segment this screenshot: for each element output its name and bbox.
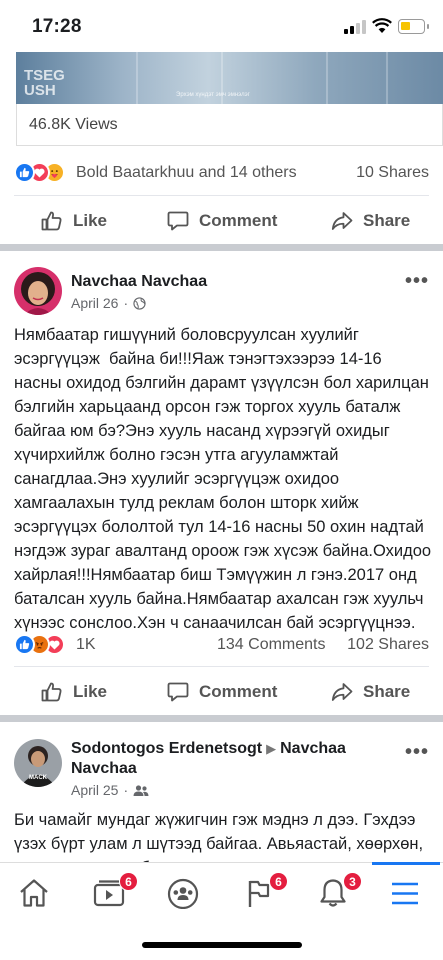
post-author[interactable]: Navchaa Navchaa [71, 272, 207, 292]
post-separator [0, 715, 443, 722]
post-target[interactable]: Navchaa [280, 740, 346, 757]
post-separator [0, 244, 443, 251]
status-bar: 17:28 [0, 0, 443, 52]
thumbs-up-icon [41, 682, 62, 702]
watch-tab[interactable]: 6 [92, 872, 138, 911]
share-button[interactable]: Share [330, 208, 410, 234]
shares-count[interactable]: 10 Shares [356, 164, 429, 182]
post-body: Би чамайг мундаг жүжигчин гэж мэднэ л дэ… [14, 811, 424, 862]
home-icon [20, 879, 48, 907]
groups-tab[interactable] [166, 877, 206, 911]
notification-badge: 3 [343, 872, 362, 891]
share-arrow-icon [331, 212, 353, 230]
post-date[interactable]: April 26 [71, 295, 118, 311]
post-actions: Like Comment Share [0, 196, 443, 246]
post-author-line: Sodontogos Erdenetsogt ▶ Navchaa [71, 739, 371, 759]
shares-count[interactable]: 102 Shares [347, 636, 429, 654]
more-options-icon[interactable]: ••• [405, 270, 429, 293]
marketplace-tab[interactable]: 6 [242, 872, 288, 911]
notifications-tab[interactable]: 3 [316, 872, 362, 911]
like-label: Like [73, 682, 108, 701]
notification-badge: 6 [119, 872, 138, 891]
battery-icon [398, 19, 429, 34]
post-author[interactable]: Sodontogos Erdenetsogt [71, 740, 262, 757]
friends-icon [133, 784, 149, 796]
svg-text:MACK: MACK [29, 775, 48, 781]
reaction-icons [14, 634, 74, 656]
reaction-icons [14, 162, 74, 184]
wifi-icon [372, 18, 392, 33]
reactions-text: Bold Baatarkhuu and 14 others [76, 164, 297, 181]
share-label: Share [363, 682, 411, 701]
comment-button[interactable]: Comment [166, 208, 277, 234]
like-reaction-icon [14, 162, 35, 183]
more-options-icon[interactable]: ••• [405, 741, 429, 764]
caret-right-icon: ▶ [266, 741, 277, 756]
like-reaction-icon [14, 634, 35, 655]
like-button[interactable]: Like [40, 208, 107, 234]
reactions-summary[interactable]: 1K 134 Comments 102 Shares [0, 630, 443, 660]
post-target-line2[interactable]: Navchaa [71, 759, 137, 779]
hamburger-menu-icon [392, 882, 418, 905]
like-button[interactable]: Like [40, 679, 107, 705]
share-arrow-icon [331, 683, 353, 701]
video-views-bar: 46.8K Views [16, 104, 443, 146]
comment-button[interactable]: Comment [166, 679, 277, 705]
groups-icon [167, 878, 199, 910]
globe-icon [133, 296, 146, 310]
active-tab-indicator [372, 862, 440, 865]
thumbs-up-icon [41, 211, 62, 231]
comment-bubble-icon [167, 682, 189, 702]
home-indicator [142, 942, 302, 948]
post-meta: April 25 · [71, 782, 149, 798]
post-date[interactable]: April 25 [71, 782, 118, 798]
like-label: Like [73, 211, 108, 230]
post-media-image[interactable]: TSEG USH Эрхэм хүндэт эмч эмнэлэг [16, 52, 443, 104]
comment-bubble-icon [167, 211, 189, 231]
comment-label: Comment [199, 682, 278, 701]
post-meta: April 26 · [71, 295, 146, 311]
avatar[interactable]: MACK [14, 739, 62, 787]
post-body: Нямбаатар гишүүний боловсруулсан хуулийг… [14, 326, 436, 632]
media-watermark: TSEG USH [24, 67, 65, 99]
comments-count[interactable]: 134 Comments [217, 636, 326, 654]
share-button[interactable]: Share [330, 679, 410, 705]
status-time: 17:28 [32, 16, 82, 37]
post-actions: Like Comment Share [0, 667, 443, 717]
home-tab[interactable] [17, 877, 57, 911]
avatar[interactable] [14, 267, 62, 315]
reactions-summary[interactable]: Bold Baatarkhuu and 14 others 10 Shares [0, 158, 443, 188]
comment-label: Comment [199, 211, 278, 230]
menu-tab[interactable] [388, 877, 428, 911]
cellular-signal-icon [344, 20, 368, 34]
views-count: 46.8K Views [29, 116, 118, 133]
notification-badge: 6 [269, 872, 288, 891]
reaction-count: 1K [76, 636, 96, 653]
share-label: Share [363, 211, 411, 230]
media-caption: Эрхэм хүндэт эмч эмнэлэг [176, 92, 250, 98]
